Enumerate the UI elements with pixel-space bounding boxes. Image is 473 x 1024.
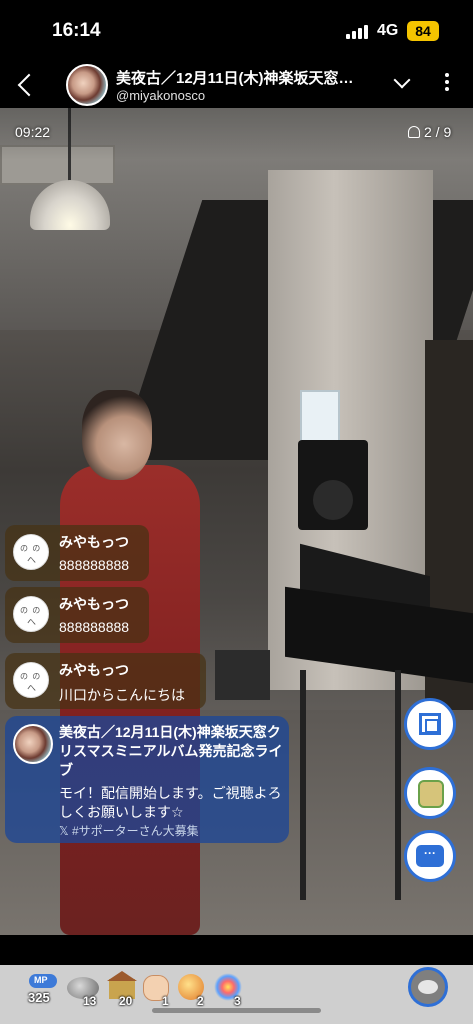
avatar[interactable] bbox=[13, 662, 49, 698]
channel-handle[interactable]: @miyakonosco bbox=[116, 88, 205, 103]
chevron-down-icon[interactable] bbox=[390, 74, 414, 94]
gift-bag-button[interactable] bbox=[404, 767, 456, 819]
person-icon bbox=[408, 126, 420, 138]
comment-item[interactable]: みやもっつ 川口からこんにちは bbox=[5, 653, 206, 709]
home-indicator[interactable] bbox=[152, 1008, 321, 1013]
comment-author: みやもっつ bbox=[59, 534, 129, 550]
viewer-count-value: 2 / 9 bbox=[424, 124, 452, 140]
gift-count: 13 bbox=[83, 994, 97, 1008]
comment-text: 888888888 bbox=[59, 619, 130, 635]
comment-item[interactable]: みやもっつ 888888888 bbox=[5, 587, 149, 643]
keyboard-stand-leg bbox=[395, 670, 401, 900]
back-icon[interactable] bbox=[12, 70, 42, 100]
more-icon[interactable] bbox=[440, 70, 454, 100]
comment-item[interactable]: みやもっつ 888888888 bbox=[5, 525, 149, 581]
signal-icon bbox=[346, 25, 368, 39]
avatar[interactable] bbox=[13, 596, 49, 632]
avatar[interactable] bbox=[66, 64, 108, 106]
gift-count: 2 bbox=[197, 994, 204, 1008]
singer-head bbox=[82, 390, 152, 480]
notice-hashtag[interactable]: 𝕏 #サポーターさん大募集 bbox=[59, 822, 199, 839]
gift-label: MP bbox=[34, 975, 48, 985]
status-time: 16:14 bbox=[52, 20, 101, 41]
screenshot-button[interactable] bbox=[404, 698, 456, 750]
comment-button[interactable]: ··· bbox=[404, 830, 456, 882]
stream-title[interactable]: 美夜古／12月11日(木)神楽坂天窓… bbox=[116, 67, 384, 88]
avatar[interactable] bbox=[13, 534, 49, 570]
battery-icon: 84 bbox=[407, 21, 439, 41]
network-type: 4G bbox=[377, 22, 399, 39]
comment-author: みやもっつ bbox=[59, 596, 129, 612]
gift-bag-icon bbox=[418, 780, 444, 808]
gift-bar: MP 325 13 20 1 2 3 bbox=[0, 965, 473, 1024]
keyboard-stand-leg bbox=[300, 670, 306, 900]
equipment-box bbox=[215, 650, 270, 700]
comment-text: 川口からこんにちは bbox=[59, 687, 185, 703]
avatar[interactable] bbox=[13, 724, 53, 764]
screenshot-icon bbox=[419, 713, 441, 735]
comment-text: 888888888 bbox=[59, 557, 130, 573]
comment-icon: ··· bbox=[416, 845, 444, 867]
comment-author: みやもっつ bbox=[59, 662, 129, 678]
viewer-count: 2 / 9 bbox=[408, 124, 451, 140]
gift-menu-icon[interactable] bbox=[408, 967, 448, 1007]
stream-header: 美夜古／12月11日(木)神楽坂天窓… @miyakonosco bbox=[0, 62, 473, 108]
notice-body: モイ！配信開始します。ご視聴よろしくお願いします☆ bbox=[59, 785, 282, 820]
live-stream-screen: 16:14 4G 84 美夜古／12月11日(木)神楽坂天窓… @miyakon… bbox=[0, 0, 473, 1024]
speaker bbox=[298, 440, 368, 530]
gift-count: 1 bbox=[162, 994, 169, 1008]
gift-count: 20 bbox=[119, 994, 133, 1008]
bottom-strip bbox=[0, 935, 473, 965]
gift-count: 3 bbox=[234, 994, 241, 1008]
notice-title: 美夜古／12月11日(木)神楽坂天窓クリスマスミニアルバム発売記念ライブ bbox=[59, 724, 283, 778]
gift-count: 325 bbox=[28, 990, 50, 1005]
wall-sign bbox=[300, 390, 340, 445]
status-bar: 16:14 4G 84 bbox=[0, 0, 473, 62]
elapsed-time: 09:22 bbox=[15, 124, 51, 140]
broadcaster-notice[interactable]: 美夜古／12月11日(木)神楽坂天窓クリスマスミニアルバム発売記念ライブ モイ！… bbox=[5, 716, 289, 843]
